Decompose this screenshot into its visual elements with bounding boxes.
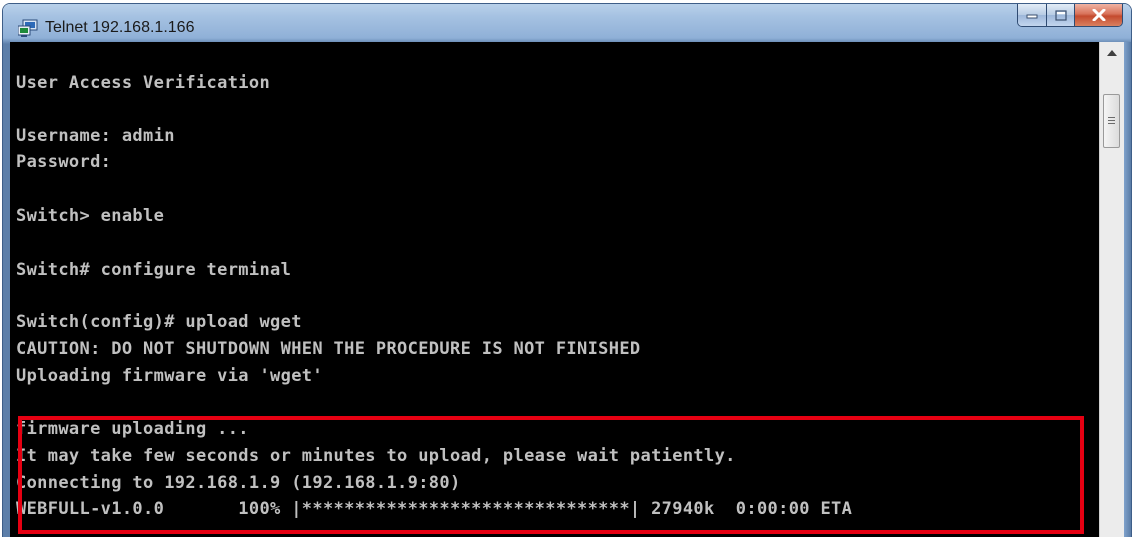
window-frame-right <box>1124 42 1131 537</box>
maximize-button[interactable] <box>1047 4 1075 26</box>
terminal-line: CAUTION: DO NOT SHUTDOWN WHEN THE PROCED… <box>16 339 641 359</box>
terminal-line: User Access Verification <box>16 73 271 93</box>
terminal-console[interactable]: User Access Verification Username: admin… <box>10 42 1099 537</box>
terminal-line: Username: admin <box>16 126 175 146</box>
terminal-line: Switch# configure terminal <box>16 260 292 280</box>
scroll-up-arrow-icon <box>1107 50 1117 56</box>
window-controls <box>1017 4 1123 27</box>
telnet-terminal-icon[interactable] <box>17 19 38 37</box>
vertical-scrollbar[interactable] <box>1099 42 1124 537</box>
maximize-icon <box>1054 9 1067 21</box>
terminal-line: Switch> enable <box>16 206 165 226</box>
terminal-line: Switch(config)# upload wget <box>16 312 302 332</box>
terminal-line: Password: <box>16 152 112 172</box>
title-bar[interactable]: Telnet 192.168.1.166 <box>3 4 1131 44</box>
grip-icon <box>1108 117 1115 125</box>
minimize-icon <box>1026 14 1038 19</box>
window-title: Telnet 192.168.1.166 <box>45 19 195 36</box>
close-button[interactable] <box>1075 4 1122 26</box>
scroll-up-button[interactable] <box>1100 42 1124 64</box>
close-icon <box>1092 9 1105 21</box>
terminal-line: Uploading firmware via 'wget' <box>16 366 323 386</box>
minimize-button[interactable] <box>1018 4 1047 26</box>
highlight-box <box>18 416 1084 534</box>
scroll-thumb[interactable] <box>1103 94 1120 148</box>
telnet-window: Telnet 192.168.1.166 User Access Verific… <box>3 4 1131 537</box>
